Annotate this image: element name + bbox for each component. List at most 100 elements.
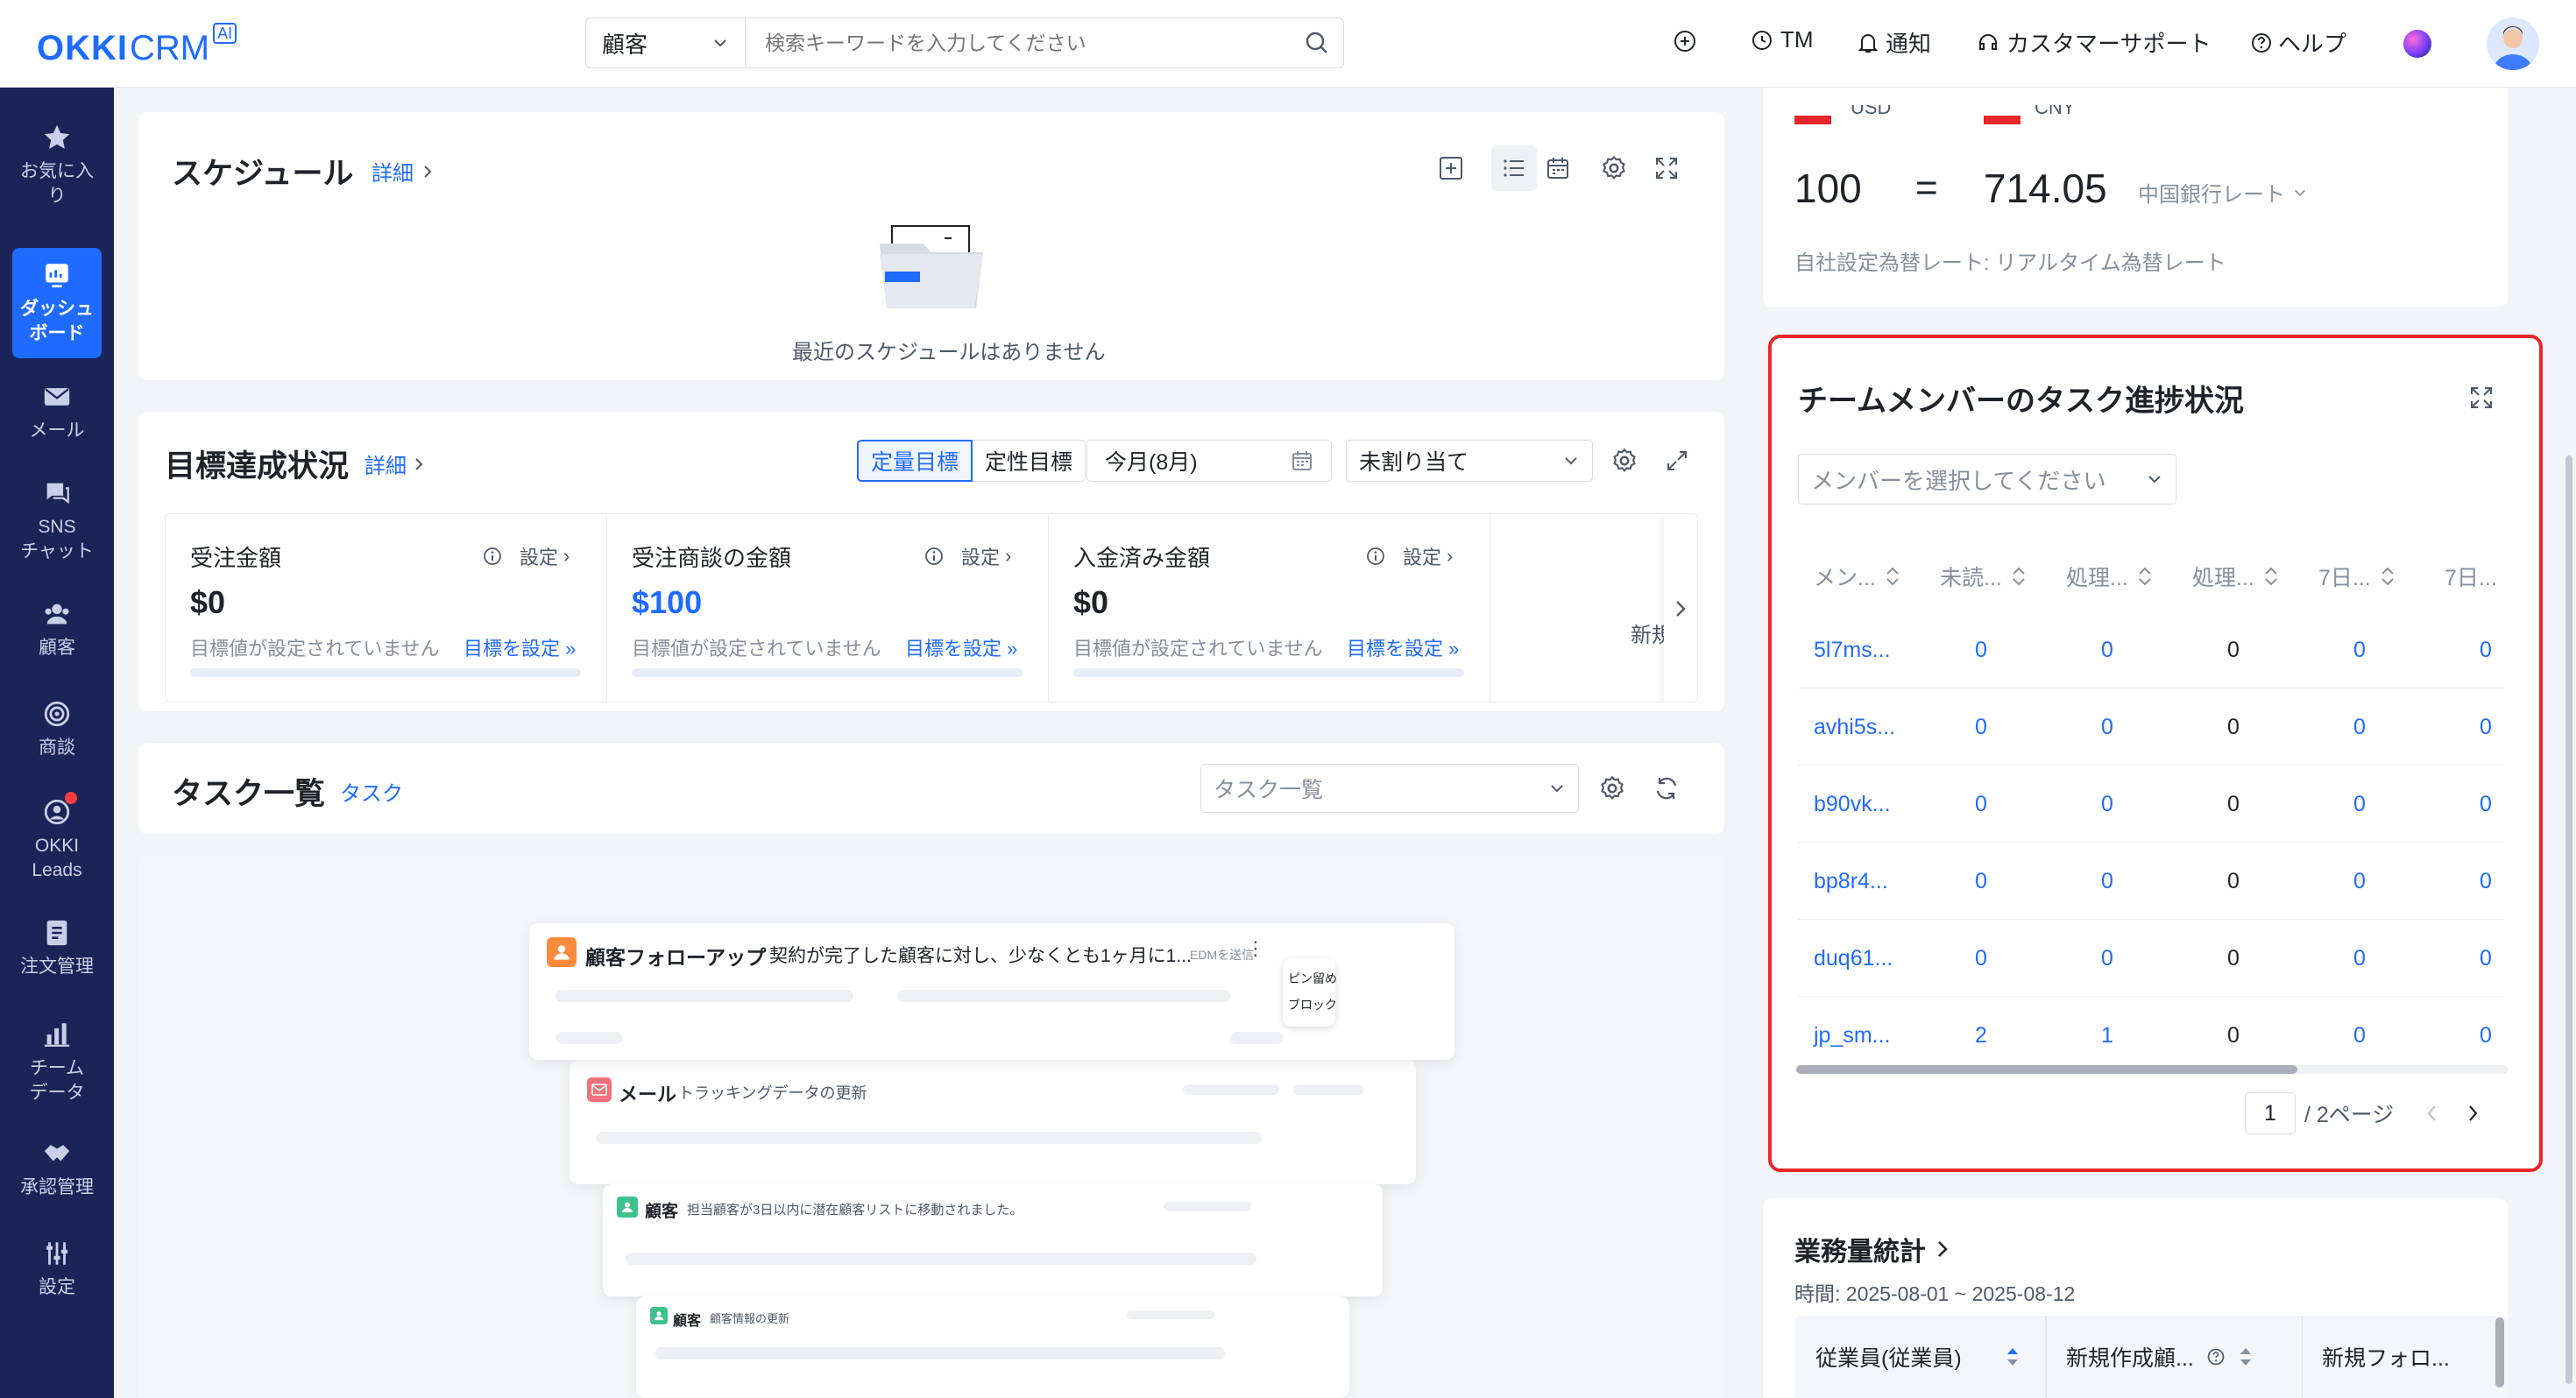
table-row[interactable]: bp8r4... 0 0 0 0 0 xyxy=(1798,843,2504,920)
metric-setting-link[interactable]: 設定 › xyxy=(924,542,1011,570)
sidebar-item-team-data[interactable]: チーム データ xyxy=(0,1020,114,1105)
sidebar-item-mail[interactable]: メール xyxy=(0,382,114,443)
metric-setting-link[interactable]: 設定 › xyxy=(1366,542,1453,570)
member-name[interactable]: 5l7ms... xyxy=(1814,638,1891,663)
sidebar-item-okki-leads[interactable]: OKKI Leads xyxy=(0,792,114,883)
column-header-processing-1[interactable]: 処理... xyxy=(2066,561,2153,592)
member-select[interactable]: メンバーを選択してください xyxy=(1798,454,2176,505)
member-name[interactable]: bp8r4... xyxy=(1814,869,1888,894)
table-row[interactable]: avhi5s... 0 0 0 0 0 xyxy=(1798,688,2504,766)
seven-day-count-2[interactable]: 0 xyxy=(2480,946,2492,971)
settings-gear-icon[interactable] xyxy=(1607,443,1642,478)
member-name[interactable]: jp_sm... xyxy=(1814,1023,1891,1048)
search-icon[interactable] xyxy=(1291,31,1343,55)
metric-setting-link[interactable]: 設定 › xyxy=(483,542,570,570)
seven-day-count[interactable]: 0 xyxy=(2353,1023,2366,1048)
table-row[interactable]: b90vk... 0 0 0 0 0 xyxy=(1798,766,2504,843)
unread-count[interactable]: 0 xyxy=(1975,715,1987,740)
metrics-next-button[interactable] xyxy=(1664,514,1697,702)
sidebar-item-deals[interactable]: 商談 xyxy=(0,699,114,760)
task-list-sub[interactable]: タスク xyxy=(340,776,403,807)
metric-set-goal-link[interactable]: 目標を設定 » xyxy=(1347,633,1459,661)
sidebar-item-settings[interactable]: 設定 xyxy=(0,1239,114,1300)
processing-count[interactable]: 1 xyxy=(2101,1023,2113,1048)
table-row[interactable]: 5l7ms... 0 0 0 0 0 xyxy=(1798,611,2504,688)
add-schedule-icon[interactable] xyxy=(1433,151,1468,186)
metric-set-goal-link[interactable]: 目標を設定 » xyxy=(905,633,1017,661)
processing-count[interactable]: 0 xyxy=(2101,715,2113,740)
seven-day-count[interactable]: 0 xyxy=(2353,869,2366,894)
schedule-detail-link[interactable]: 詳細 xyxy=(372,156,435,187)
column-header-new-followups[interactable]: 新規フォロ... xyxy=(2304,1316,2508,1398)
sidebar-item-approvals[interactable]: 承認管理 xyxy=(0,1139,114,1200)
period-picker[interactable]: 今月(8月) xyxy=(1086,440,1332,482)
ai-assistant-icon[interactable] xyxy=(2403,30,2431,58)
table-row[interactable]: jp_sm... 2 1 0 0 0 xyxy=(1798,997,2504,1074)
processing-count[interactable]: 0 xyxy=(2101,638,2113,663)
member-name[interactable]: avhi5s... xyxy=(1814,715,1895,740)
sidebar-item-customers[interactable]: 顧客 xyxy=(0,599,114,660)
more-vertical-icon[interactable]: ⋮ xyxy=(1246,939,1265,958)
fx-amount[interactable]: 100 xyxy=(1794,165,1862,212)
seven-day-count-2[interactable]: 0 xyxy=(2480,869,2492,894)
tab-qualitative[interactable]: 定性目標 xyxy=(973,440,1086,482)
table-row[interactable]: duq61... 0 0 0 0 0 xyxy=(1798,920,2504,997)
column-header-7days-2[interactable]: 7日... xyxy=(2445,561,2497,592)
page-input[interactable]: 1 xyxy=(2245,1092,2296,1134)
menu-item-pin[interactable]: ピン留め xyxy=(1288,965,1337,992)
unread-count[interactable]: 0 xyxy=(1975,946,1987,971)
task-list-select[interactable]: タスク一覧 xyxy=(1200,764,1579,813)
unread-count[interactable]: 0 xyxy=(1975,869,1987,894)
sidebar-item-favorites[interactable]: お気に入り xyxy=(0,123,114,208)
seven-day-count-2[interactable]: 0 xyxy=(2480,1023,2492,1048)
goals-detail-link[interactable]: 詳細 xyxy=(364,448,426,479)
unread-count[interactable]: 0 xyxy=(1975,638,1987,663)
calendar-view-icon[interactable] xyxy=(1540,151,1575,186)
settings-gear-icon[interactable] xyxy=(1595,771,1630,806)
menu-item-block[interactable]: ブロック xyxy=(1288,992,1337,1018)
search-scope-select[interactable]: 顧客 xyxy=(586,18,746,67)
list-view-icon[interactable] xyxy=(1491,145,1537,191)
user-avatar[interactable] xyxy=(2487,18,2539,70)
column-header-new-customers[interactable]: 新規作成顧... xyxy=(2049,1316,2303,1398)
fx-rate-source-select[interactable]: 中国銀行レート xyxy=(2138,177,2308,208)
member-name[interactable]: b90vk... xyxy=(1814,792,1891,817)
support-button[interactable]: カスタマーサポート xyxy=(1977,26,2211,59)
logo[interactable]: OKKI CRM AI xyxy=(37,19,237,68)
prev-page-icon[interactable] xyxy=(2425,1103,2439,1124)
column-header-processing-2[interactable]: 処理... xyxy=(2192,561,2279,592)
column-header-7days-1[interactable]: 7日... xyxy=(2318,561,2396,592)
expand-icon[interactable] xyxy=(2464,380,2499,415)
sidebar-item-orders[interactable]: 注文管理 xyxy=(0,918,114,979)
processing-count[interactable]: 0 xyxy=(2101,946,2113,971)
seven-day-count[interactable]: 0 xyxy=(2353,715,2366,740)
seven-day-count-2[interactable]: 0 xyxy=(2480,638,2492,663)
column-header-unread[interactable]: 未読... xyxy=(1940,561,2027,592)
assignee-select[interactable]: 未割り当て xyxy=(1346,440,1593,482)
member-name[interactable]: duq61... xyxy=(1814,946,1893,971)
column-header-member[interactable]: メン... xyxy=(1814,561,1900,592)
next-page-icon[interactable] xyxy=(2466,1103,2480,1124)
seven-day-count[interactable]: 0 xyxy=(2353,792,2366,817)
help-button[interactable]: ヘルプ xyxy=(2250,26,2346,59)
workload-title-link[interactable]: 業務量統計 xyxy=(1794,1230,1950,1268)
seven-day-count[interactable]: 0 xyxy=(2353,946,2366,971)
table-horizontal-scrollbar[interactable] xyxy=(1796,1065,2508,1074)
seven-day-count-2[interactable]: 0 xyxy=(2480,715,2492,740)
unread-count[interactable]: 0 xyxy=(1975,792,1987,817)
settings-gear-icon[interactable] xyxy=(1596,151,1631,186)
search-input[interactable] xyxy=(746,19,1291,67)
processing-count[interactable]: 0 xyxy=(2101,792,2113,817)
tm-button[interactable]: TM xyxy=(1751,26,1814,53)
unread-count[interactable]: 2 xyxy=(1975,1023,1987,1048)
add-circle-icon[interactable] xyxy=(1672,28,1698,54)
workload-scrollbar[interactable] xyxy=(2495,1317,2504,1387)
seven-day-count[interactable]: 0 xyxy=(2353,638,2366,663)
refresh-icon[interactable] xyxy=(1649,771,1684,806)
metric-set-goal-link[interactable]: 目標を設定 » xyxy=(464,633,576,661)
notification-button[interactable]: 通知 xyxy=(1858,26,1931,59)
seven-day-count-2[interactable]: 0 xyxy=(2480,792,2492,817)
tab-quantitative[interactable]: 定量目標 xyxy=(857,440,973,482)
column-header-employee[interactable]: 従業員(従業員) xyxy=(1794,1316,2047,1398)
sidebar-item-sns-chat[interactable]: SNS チャット xyxy=(0,478,114,564)
